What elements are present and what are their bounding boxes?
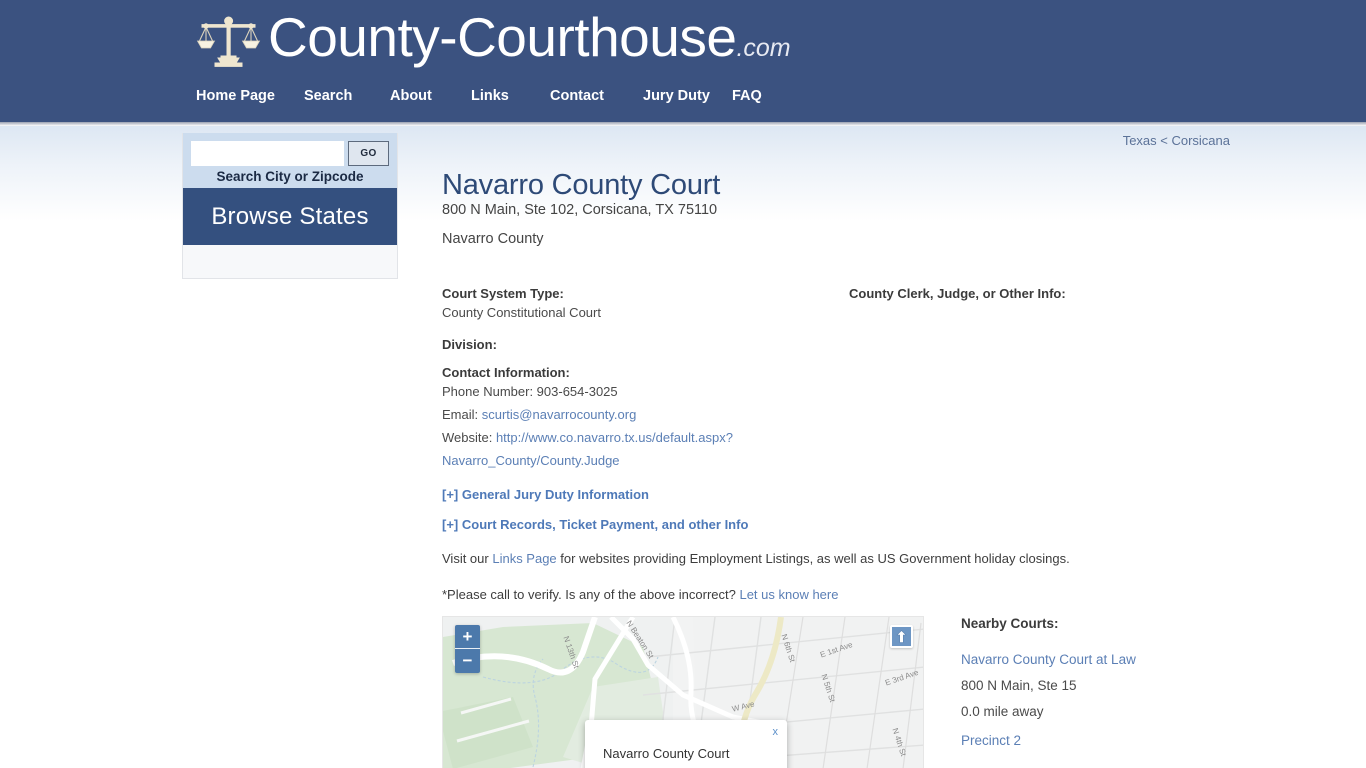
site-brand[interactable]: County-Courthouse.com (196, 8, 791, 76)
nav-item-search[interactable]: Search (304, 88, 390, 104)
nav-item-links[interactable]: Links (471, 88, 550, 104)
nearby-court-name[interactable]: Navarro County Court at Law (961, 652, 1231, 667)
scales-of-justice-icon (196, 16, 261, 67)
browse-states-button[interactable]: Browse States (183, 188, 397, 245)
contact-information-label: Contact Information: (442, 365, 570, 380)
visit-suffix: for websites providing Employment Listin… (556, 551, 1070, 566)
court-county: Navarro County (442, 231, 544, 247)
nav-item-home-page[interactable]: Home Page (196, 88, 304, 104)
visit-prefix: Visit our (442, 551, 493, 566)
site-header: County-Courthouse.com Home Page Search A… (0, 0, 1366, 122)
nav-item-contact[interactable]: Contact (550, 88, 643, 104)
location-map[interactable]: N 13th St N Beaton St N 6th St E 1st Ave… (442, 616, 924, 768)
nearby-court-item: Navarro County Court at Law 800 N Main, … (961, 652, 1231, 719)
nearby-court-address: 800 N Main, Ste 15 (961, 678, 1077, 693)
map-info-window[interactable]: x Navarro County Court (585, 720, 787, 768)
breadcrumb[interactable]: Texas < Corsicana (1070, 133, 1230, 148)
phone-number: 903-654-3025 (536, 384, 618, 399)
website-line-2: Navarro_County/County.Judge (442, 453, 620, 468)
court-system-type-value: County Constitutional Court (442, 305, 601, 320)
search-input[interactable] (191, 141, 344, 166)
zoom-in-button[interactable]: + (455, 625, 480, 649)
brand-title: County-Courthouse.com (268, 8, 791, 77)
nearby-courts-heading: Nearby Courts: (961, 616, 1059, 631)
sidebar-footer (183, 245, 397, 278)
nav-item-about[interactable]: About (390, 88, 471, 104)
brand-tld: .com (736, 33, 791, 62)
links-page-link[interactable]: Links Page (492, 551, 556, 566)
nearby-court-distance: 0.0 mile away (961, 704, 1044, 719)
county-clerk-label: County Clerk, Judge, or Other Info: (849, 286, 1066, 301)
browse-states-label: Browse States (211, 202, 369, 230)
close-icon[interactable]: x (773, 726, 779, 738)
email-line: Email: scurtis@navarrocounty.org (442, 407, 636, 422)
let-us-know-link[interactable]: Let us know here (739, 587, 838, 602)
map-zoom-controls: + − (455, 625, 480, 673)
page-title: Navarro County Court (442, 169, 721, 202)
verify-note: *Please call to verify. Is any of the ab… (442, 587, 838, 602)
phone-prefix: Phone Number: (442, 384, 537, 399)
search-panel: GO Search City or Zipcode (183, 133, 397, 188)
nearby-courts-panel: Nearby Courts: Navarro County Court at L… (961, 616, 1231, 762)
info-window-title: Navarro County Court (603, 746, 730, 761)
court-system-type-label: Court System Type: (442, 286, 564, 301)
search-row: GO (191, 141, 389, 166)
division-label: Division: (442, 337, 497, 352)
website-link-part1[interactable]: http://www.co.navarro.tx.us/default.aspx… (496, 430, 733, 445)
zoom-out-button[interactable]: − (455, 649, 480, 673)
website-line: Website: http://www.co.navarro.tx.us/def… (442, 430, 733, 445)
court-address: 800 N Main, Ste 102, Corsicana, TX 75110 (442, 202, 718, 218)
website-prefix: Website: (442, 430, 496, 445)
nearby-court-name[interactable]: Precinct 2 (961, 733, 1231, 748)
phone-line: Phone Number: 903-654-3025 (442, 384, 618, 399)
email-prefix: Email: (442, 407, 482, 422)
brand-name: County-Courthouse (268, 5, 737, 68)
nav-item-jury-duty[interactable]: Jury Duty (643, 88, 732, 104)
nearby-court-item: Precinct 2 (961, 733, 1231, 748)
nav-item-faq[interactable]: FAQ (732, 88, 762, 104)
main-navigation: Home Page Search About Links Contact Jur… (196, 88, 762, 104)
expand-arrow-glyph (896, 630, 907, 643)
expander-general-jury-duty[interactable]: [+] General Jury Duty Information (442, 487, 649, 502)
verify-prefix: *Please call to verify. Is any of the ab… (442, 587, 740, 602)
page-body: GO Search City or Zipcode Browse States … (0, 126, 1366, 768)
sidebar: GO Search City or Zipcode Browse States (182, 133, 398, 279)
email-link[interactable]: scurtis@navarrocounty.org (482, 407, 637, 422)
expander-court-records[interactable]: [+] Court Records, Ticket Payment, and o… (442, 517, 748, 532)
visit-links-note: Visit our Links Page for websites provid… (442, 551, 1070, 566)
website-link-part2[interactable]: Navarro_County/County.Judge (442, 453, 620, 468)
go-button[interactable]: GO (348, 141, 389, 166)
search-caption: Search City or Zipcode (216, 169, 364, 184)
expand-arrow-icon[interactable] (890, 625, 913, 648)
